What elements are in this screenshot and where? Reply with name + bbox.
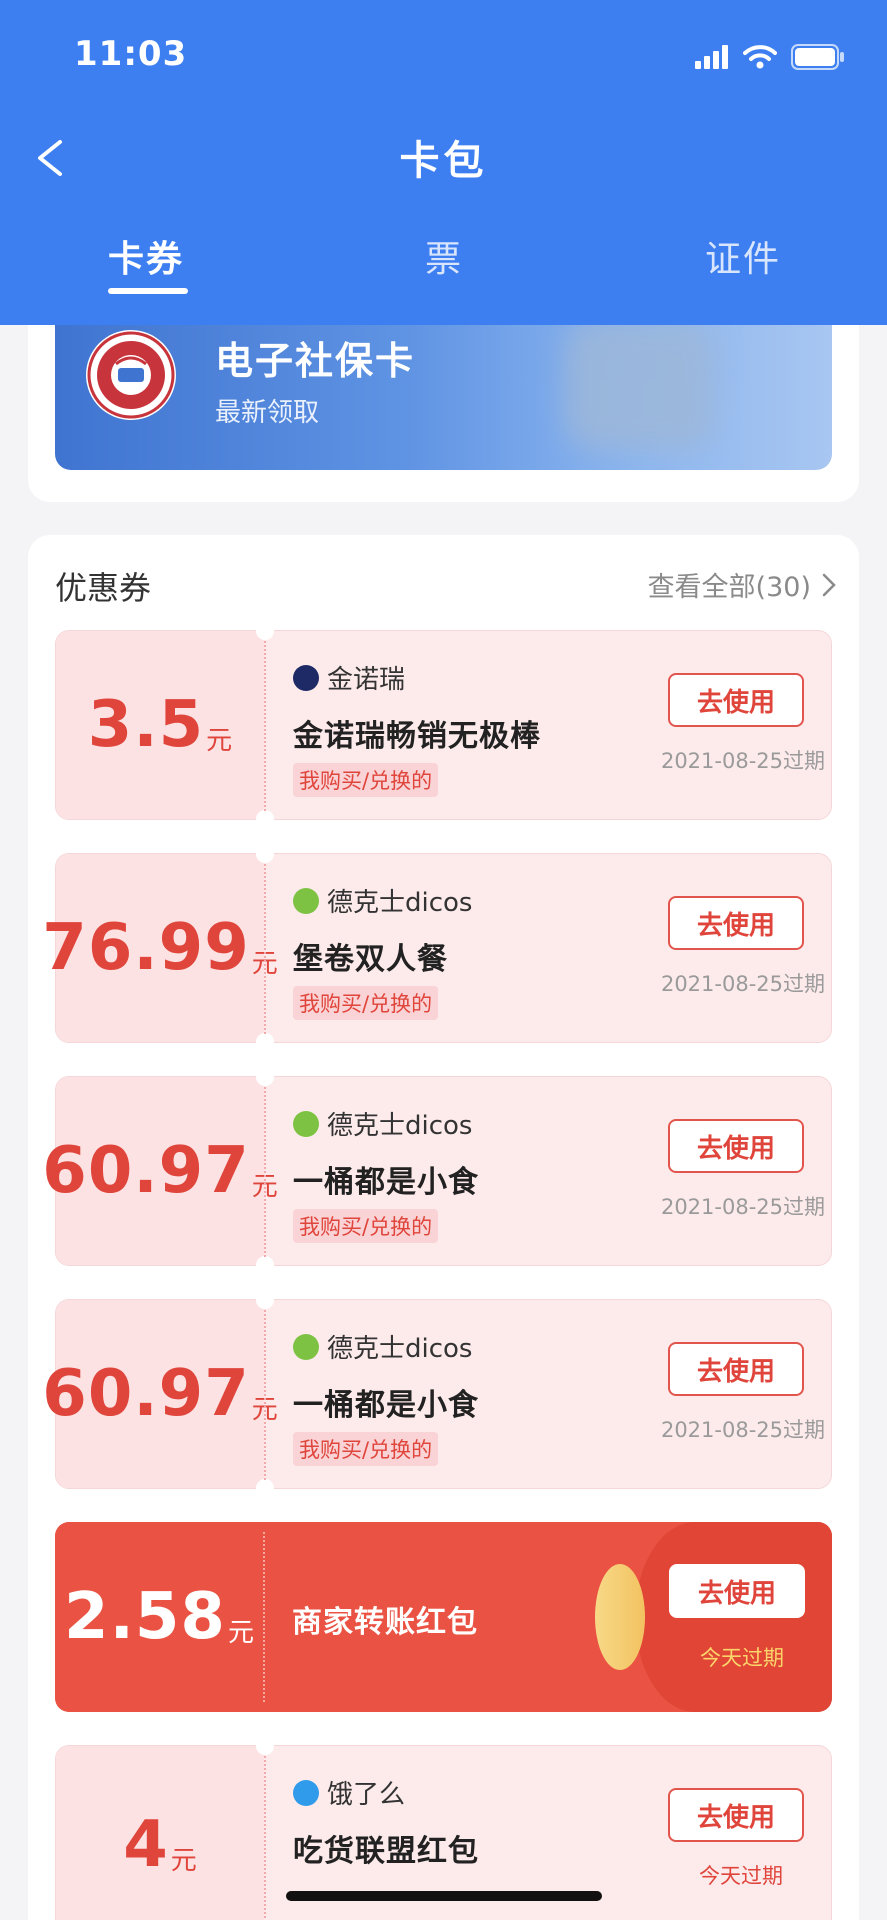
dicos-logo-icon	[293, 1333, 319, 1360]
app-header: 11:03 卡包 卡券 票 证件	[0, 0, 887, 325]
card-name: 电子社保卡	[215, 339, 416, 383]
tab-tickets[interactable]: 票	[425, 230, 463, 282]
view-all-link[interactable]: 查看全部(30)	[648, 565, 837, 604]
coupon-card[interactable]: 3.5 元 金诺瑞 金诺瑞畅销无极棒 我购买/兑换的 去使用 2021-08-25…	[55, 622, 832, 828]
expire-date: 今天过期	[700, 1646, 784, 1670]
status-icons	[695, 40, 845, 74]
eleme-logo-icon	[293, 1779, 319, 1806]
red-packet-value: 2.58 元	[55, 1522, 263, 1712]
merchant-name: 德克士dicos	[327, 1334, 473, 1364]
chevron-right-icon	[822, 573, 836, 596]
coupon-tag: 我购买/兑换的	[293, 986, 439, 1020]
coupon-value: 3.5 元	[56, 631, 264, 819]
coupon-tag: 我购买/兑换的	[293, 1209, 439, 1243]
expire-date: 2021-08-25过期	[660, 1418, 825, 1442]
coupon-tag: 我购买/兑换的	[293, 1432, 439, 1466]
coupon-name: 一桶都是小食	[293, 1388, 479, 1423]
coupon-value: 60.97 元	[42, 1077, 278, 1265]
coupon-name: 吃货联盟红包	[293, 1834, 479, 1869]
merchant-name: 金诺瑞	[327, 665, 406, 695]
signal-icon	[695, 45, 728, 69]
use-button[interactable]: 去使用	[668, 673, 804, 727]
home-indicator[interactable]	[286, 1891, 602, 1901]
expire-date: 今天过期	[699, 1864, 783, 1888]
tab-certificates[interactable]: 证件	[705, 230, 781, 282]
merchant-name: 饿了么	[327, 1780, 406, 1810]
dicos-logo-icon	[293, 1110, 319, 1137]
dicos-logo-icon	[293, 887, 319, 914]
coupon-name: 一桶都是小食	[293, 1165, 479, 1200]
social-security-card[interactable]: 电子社保卡 最新领取	[55, 300, 832, 470]
use-button[interactable]: 去使用	[668, 1119, 804, 1173]
section-title: 优惠券	[55, 569, 152, 607]
view-all-label: 查看全部(30)	[647, 572, 811, 603]
social-security-logo-icon	[86, 330, 176, 420]
use-button[interactable]: 去使用	[669, 1564, 805, 1618]
wifi-icon	[743, 45, 777, 69]
page-title: 卡包	[399, 138, 488, 184]
active-tab-indicator	[108, 288, 188, 294]
coupon-value: 60.97 元	[42, 1300, 278, 1488]
expire-date: 2021-08-25过期	[660, 972, 825, 996]
coupon-tag: 我购买/兑换的	[293, 763, 439, 797]
merchant: 饿了么	[293, 1774, 405, 1811]
card-preview-image	[565, 320, 715, 450]
tab-cards-coupons[interactable]: 卡券	[108, 230, 184, 282]
merchant-name: 德克士dicos	[327, 1111, 473, 1141]
merchant-name: 德克士dicos	[327, 888, 473, 918]
battery-icon	[791, 44, 844, 70]
coupon-value: 4元	[56, 1746, 264, 1920]
merchant: 德克士dicos	[293, 1105, 472, 1142]
merchant: 德克士dicos	[293, 882, 472, 919]
status-time: 11:03	[74, 34, 188, 74]
expire-date: 2021-08-25过期	[660, 749, 825, 773]
red-packet-card[interactable]: 2.58 元 商家转账红包 去使用 今天过期	[55, 1522, 832, 1712]
merchant: 德克士dicos	[293, 1328, 472, 1365]
coupon-card[interactable]: 76.99 元 德克士dicos 堡卷双人餐 我购买/兑换的 去使用 2021-0…	[42, 845, 832, 1051]
use-button[interactable]: 去使用	[668, 1788, 804, 1842]
coupon-card[interactable]: 60.97 元 德克士dicos 一桶都是小食 我购买/兑换的 去使用 2021-…	[42, 1068, 832, 1274]
merchant-logo-icon	[293, 664, 319, 691]
coupon-name: 金诺瑞畅销无极棒	[293, 719, 541, 754]
red-packet-name: 商家转账红包	[292, 1605, 478, 1640]
coupon-card[interactable]: 60.97 元 德克士dicos 一桶都是小食 我购买/兑换的 去使用 2021-…	[42, 1291, 832, 1497]
card-subtitle: 最新领取	[215, 398, 320, 428]
gold-coin-icon	[595, 1564, 645, 1670]
use-button[interactable]: 去使用	[668, 896, 804, 950]
use-button[interactable]: 去使用	[668, 1342, 804, 1396]
coupon-value: 76.99 元	[42, 854, 278, 1042]
merchant: 金诺瑞	[293, 659, 405, 696]
coupon-name: 堡卷双人餐	[293, 942, 448, 977]
expire-date: 2021-08-25过期	[660, 1195, 825, 1219]
